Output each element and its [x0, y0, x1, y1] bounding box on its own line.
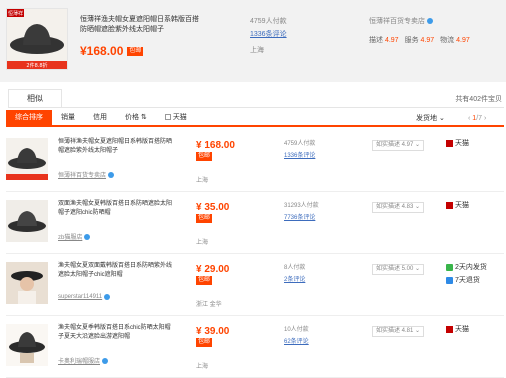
source-price: ¥168.00	[80, 44, 124, 58]
sort-sales[interactable]: 销量	[52, 110, 84, 126]
service-badges: 天猫	[446, 324, 469, 334]
tmall-icon	[446, 325, 453, 333]
model-hat-image	[6, 262, 48, 304]
product-sales: 8人付款	[284, 265, 306, 271]
shop-link[interactable]: 恒薄祥百货专卖店	[58, 170, 115, 179]
product-reviews-link[interactable]: 1336条评论	[284, 150, 315, 159]
ship-from-dropdown[interactable]: 发货地 ⌄	[416, 111, 445, 127]
desc-rating: 如实描述 4.83 ⌄	[372, 202, 425, 213]
product-price: ¥ 35.00	[196, 202, 230, 213]
sort-bar: 综合排序 销量 信用 价格 ⇅ 天猫 发货地 ⌄ ‹ 1/7 ›	[6, 110, 504, 127]
bucket-hat-image: 恒薄祥 2件8.8折	[7, 9, 67, 69]
shop-ratings: 描述 4.97 服务 4.97 物流 4.97	[369, 35, 470, 45]
bucket-hat-image	[6, 324, 48, 366]
tab-similar[interactable]: 相似	[8, 89, 62, 107]
total-count: 共有402件宝贝	[455, 96, 502, 103]
product-image[interactable]	[6, 138, 48, 180]
product-location: 上海	[196, 178, 209, 184]
rating-logistics: 物流 4.97	[440, 37, 470, 44]
ship-2day-badge[interactable]: 2天内发货	[446, 262, 487, 272]
product-title[interactable]: 渔夫帽女夏双面戴韩版百搭日系防晒紫外线遮脸太阳帽子chic遮阳帽	[58, 262, 176, 280]
free-shipping-badge: 包邮	[196, 152, 213, 161]
shop-link[interactable]: superstar114911	[58, 294, 111, 300]
rating-desc: 描述 4.97	[369, 37, 399, 44]
svg-text:恒薄祥: 恒薄祥	[8, 10, 23, 17]
product-price: ¥ 29.00	[196, 264, 230, 275]
mini-pager: ‹ 1/7 ›	[468, 115, 487, 122]
product-image[interactable]	[6, 262, 48, 304]
service-badges: 天猫	[446, 138, 469, 148]
tmall-badge[interactable]: 天猫	[446, 324, 469, 334]
product-price: ¥ 168.00	[196, 140, 235, 151]
tmall-badge[interactable]: 天猫	[446, 138, 469, 148]
filter-tmall[interactable]: 天猫	[156, 110, 196, 126]
free-shipping-badge: 包邮	[196, 276, 213, 285]
return-icon	[446, 276, 453, 284]
product-reviews-link[interactable]: 2条评论	[284, 274, 305, 283]
prev-page-icon[interactable]: ‹	[468, 115, 470, 122]
section-divider	[8, 107, 504, 108]
svg-text:2件8.8折: 2件8.8折	[26, 62, 47, 69]
tmall-checkbox[interactable]	[164, 114, 171, 120]
free-shipping-badge: 包邮	[196, 214, 213, 223]
truck-icon	[446, 263, 453, 271]
product-sales: 4759人付款	[284, 141, 316, 147]
wangwang-icon[interactable]	[104, 294, 111, 300]
shop-link[interactable]: zb猫服店	[58, 232, 91, 241]
product-reviews-link[interactable]: 62条评论	[284, 336, 309, 345]
product-sales: 10人付款	[284, 327, 309, 333]
source-shop-link[interactable]: 恒薄祥百货专卖店	[369, 16, 433, 26]
tmall-icon	[446, 139, 453, 147]
product-location: 上海	[196, 240, 209, 246]
product-row: 双面渔夫帽女夏韩版百搭日系防晒遮脸太阳帽子遮阳chic防晒帽 zb猫服店 ¥ 3…	[6, 192, 504, 254]
source-location: 上海	[250, 47, 264, 54]
sort-credit[interactable]: 信用	[84, 110, 116, 126]
similar-source-product: 恒薄祥 2件8.8折 恒薄祥渔夫帽女夏遮阳帽日系韩版百搭防晒帽遮脸紫外线太阳帽子…	[0, 0, 506, 82]
product-title[interactable]: 渔夫帽女夏季韩版百搭日系chic防晒太阳帽子夏天大沿遮脸出游遮阳帽	[58, 324, 176, 342]
service-badges: 天猫	[446, 200, 469, 210]
product-reviews-link[interactable]: 7736条评论	[284, 212, 315, 221]
source-reviews-link[interactable]: 1336条评论	[250, 29, 287, 39]
tmall-icon	[446, 201, 453, 209]
desc-rating: 如实描述 4.97 ⌄	[372, 140, 425, 151]
wangwang-icon[interactable]	[427, 18, 433, 24]
tmall-badge[interactable]: 天猫	[446, 200, 469, 210]
service-badges: 2天内发货 7天退货	[446, 262, 487, 285]
chevron-down-icon: ⌄	[438, 115, 445, 122]
source-sales: 4759人付款	[250, 18, 287, 25]
product-title[interactable]: 双面渔夫帽女夏韩版百搭日系防晒遮脸太阳帽子遮阳chic防晒帽	[58, 200, 176, 218]
bucket-hat-image	[6, 200, 48, 242]
source-shop-name[interactable]: 恒薄祥百货专卖店	[369, 16, 425, 26]
product-sales: 31293人付款	[284, 203, 319, 209]
return-7day-badge[interactable]: 7天退货	[446, 275, 487, 285]
wangwang-icon[interactable]	[84, 233, 91, 240]
wangwang-icon[interactable]	[108, 171, 115, 178]
product-location: 浙江 金华	[196, 302, 222, 308]
rating-service: 服务 4.97	[404, 37, 435, 44]
source-product-image[interactable]: 恒薄祥 2件8.8折	[6, 8, 68, 70]
next-page-icon[interactable]: ›	[484, 115, 486, 122]
bucket-hat-image	[6, 138, 48, 180]
wangwang-icon[interactable]	[102, 357, 109, 364]
desc-rating: 如实描述 4.81 ⌄	[372, 326, 425, 337]
free-shipping-badge: 包邮	[196, 338, 213, 347]
product-image[interactable]	[6, 324, 48, 366]
product-row: 渔夫帽女夏双面戴韩版百搭日系防晒紫外线遮脸太阳帽子chic遮阳帽 superst…	[6, 254, 504, 316]
product-image[interactable]	[6, 200, 48, 242]
product-row: 恒薄祥渔夫帽女夏遮阳帽日系韩版百搭防晒帽遮脸紫外线太阳帽子 恒薄祥百货专卖店 ¥…	[6, 130, 504, 192]
free-shipping-badge: 包邮	[127, 46, 144, 56]
shop-link[interactable]: 卡奥利瑞帽服店	[58, 356, 109, 365]
product-price: ¥ 39.00	[196, 326, 230, 337]
sort-price[interactable]: 价格 ⇅	[116, 110, 156, 126]
product-title[interactable]: 恒薄祥渔夫帽女夏遮阳帽日系韩版百搭防晒帽遮脸紫外线太阳帽子	[58, 138, 176, 156]
sort-default[interactable]: 综合排序	[6, 110, 52, 126]
desc-rating: 如实描述 5.00 ⌄	[372, 264, 425, 275]
source-product-title[interactable]: 恒薄祥渔夫帽女夏遮阳帽日系韩版百搭防晒帽遮脸紫外线太阳帽子	[80, 15, 200, 35]
source-price-block: ¥168.00 包邮	[80, 44, 144, 58]
